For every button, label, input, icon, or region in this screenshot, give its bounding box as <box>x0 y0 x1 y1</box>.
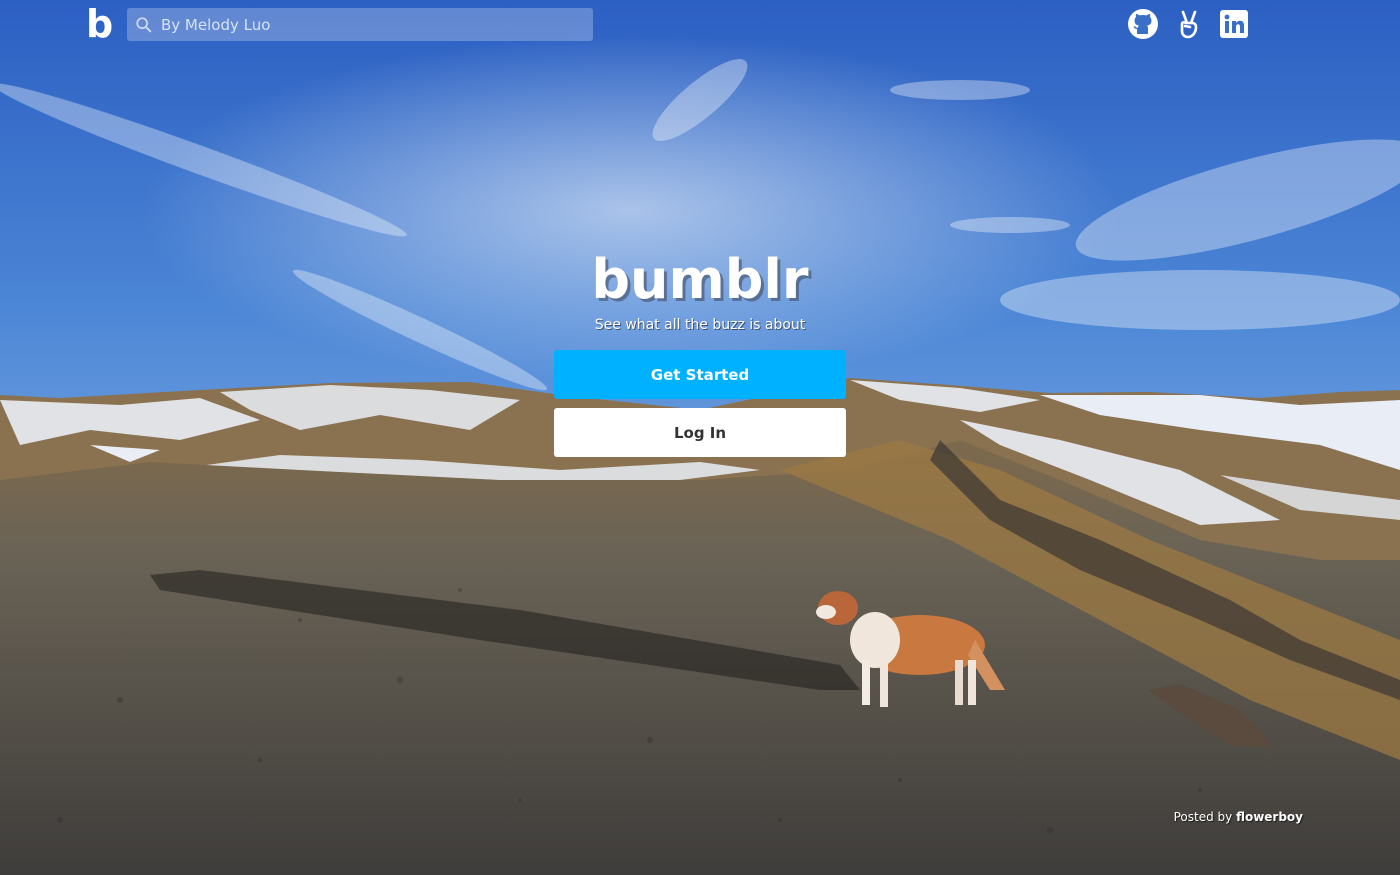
github-icon[interactable] <box>1127 8 1159 40</box>
photo-credit: Posted by flowerboy <box>1174 810 1303 824</box>
get-started-button[interactable]: Get Started <box>554 350 846 399</box>
search-icon <box>136 16 152 32</box>
search-input[interactable] <box>153 8 593 41</box>
credit-author-link[interactable]: flowerboy <box>1236 810 1303 824</box>
hero-title: bumblr <box>591 248 809 311</box>
hero-subtitle: See what all the buzz is about <box>594 317 806 333</box>
bumblr-logo[interactable]: b <box>86 2 113 46</box>
search-bar <box>127 8 593 41</box>
credit-prefix: Posted by <box>1173 810 1233 824</box>
angellist-icon[interactable] <box>1173 8 1205 40</box>
log-in-button[interactable]: Log In <box>554 408 846 457</box>
linkedin-icon[interactable] <box>1218 8 1250 40</box>
